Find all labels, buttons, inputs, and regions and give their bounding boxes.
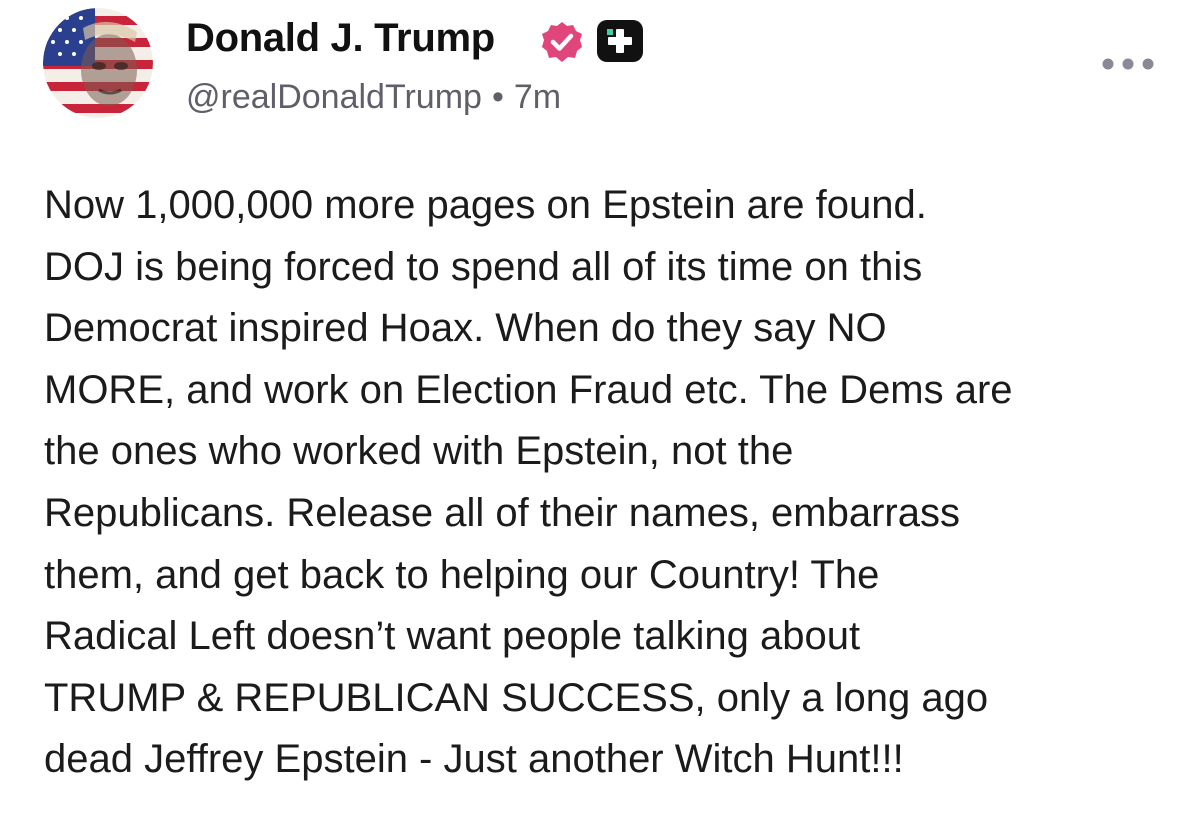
- avatar[interactable]: [43, 8, 153, 118]
- more-options-icon[interactable]: [1100, 54, 1156, 74]
- verified-badge-icon: [542, 22, 582, 62]
- post-text-line: the ones who worked with Epstein, not th…: [44, 429, 794, 474]
- post-text-line: Democrat inspired Hoax. When do they say…: [44, 306, 887, 351]
- post-text-line: dead Jeffrey Epstein - Just another Witc…: [44, 737, 904, 782]
- post-text-line: TRUMP & REPUBLICAN SUCCESS, only a long …: [44, 675, 989, 720]
- flag-portrait-avatar-icon: [43, 8, 153, 118]
- post-text-line: Now 1,000,000 more pages on Epstein are …: [44, 183, 927, 227]
- post-text-line: Radical Left doesn’t want people talking…: [44, 614, 861, 659]
- post-timestamp[interactable]: 7m: [514, 78, 561, 116]
- author-meta: @realDonaldTrump • 7m: [186, 78, 561, 117]
- post-text-line: MORE, and work on Election Fraud etc. Th…: [44, 367, 1013, 412]
- post-card: Donald J. Trump @realDonaldTrump • 7m Now …: [0, 0, 1200, 838]
- author-handle[interactable]: @realDonaldTrump: [186, 78, 482, 116]
- post-text: Now 1,000,000 more pages on Epstein are …: [44, 175, 1174, 791]
- meta-separator: •: [491, 78, 504, 116]
- post-text-line: DOJ is being forced to spend all of its …: [44, 244, 923, 289]
- plus-badge-icon: [597, 20, 643, 62]
- post-text-line: them, and get back to helping our Countr…: [44, 552, 880, 597]
- author-display-name[interactable]: Donald J. Trump: [186, 16, 495, 61]
- post-text-line: Republicans. Release all of their names,…: [44, 490, 960, 535]
